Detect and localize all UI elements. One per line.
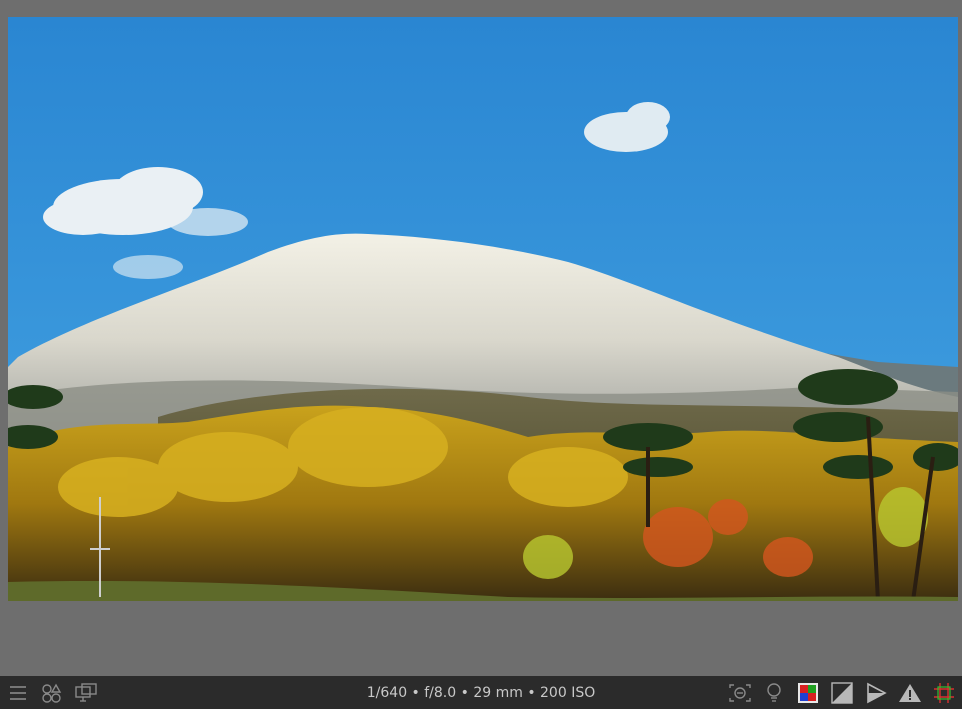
styles-icon[interactable]	[40, 681, 64, 705]
exif-info: 1/640 • f/8.0 • 29 mm • 200 ISO	[366, 684, 596, 701]
focus-peaking-icon[interactable]	[728, 681, 752, 705]
overexposed-warning-icon[interactable]	[898, 681, 922, 705]
image-canvas[interactable]	[0, 0, 962, 676]
photo-preview[interactable]	[8, 17, 958, 601]
iso-warning-icon[interactable]	[762, 681, 786, 705]
color-assessment-icon[interactable]	[796, 681, 820, 705]
softproof-icon[interactable]	[830, 681, 854, 705]
landscape-photo	[8, 17, 958, 601]
display-icon[interactable]	[74, 681, 98, 705]
gamut-check-icon[interactable]	[864, 681, 888, 705]
right-toolbar	[728, 676, 956, 709]
left-toolbar	[6, 676, 98, 709]
status-bar: 1/640 • f/8.0 • 29 mm • 200 ISO	[0, 676, 962, 709]
menu-icon[interactable]	[6, 681, 30, 705]
guides-icon[interactable]	[932, 681, 956, 705]
